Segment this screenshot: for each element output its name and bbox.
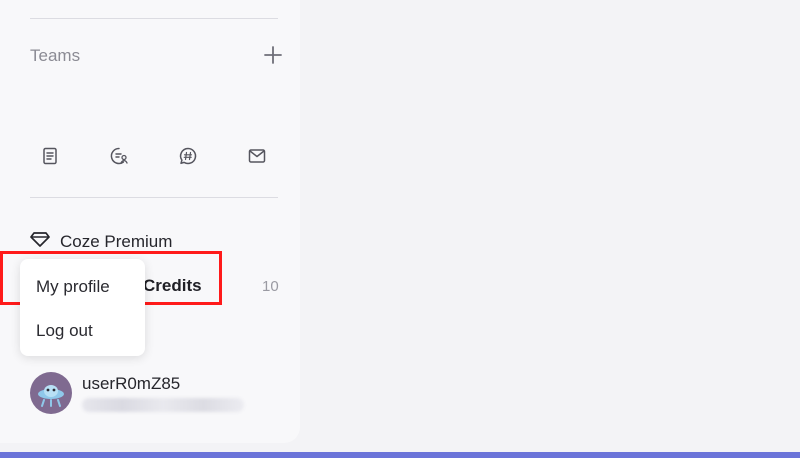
plus-icon[interactable] — [262, 44, 284, 66]
my-profile-menu-item[interactable]: My profile — [36, 277, 110, 297]
divider — [30, 18, 278, 19]
hashtag-chat-icon[interactable] — [177, 145, 199, 167]
username: userR0mZ85 — [82, 374, 181, 393]
bottom-bar — [0, 452, 800, 458]
avatar[interactable] — [30, 372, 72, 414]
document-icon[interactable] — [39, 145, 61, 167]
user-chat-icon[interactable] — [108, 145, 130, 167]
premium-label: Coze Premium — [60, 231, 173, 251]
mail-icon[interactable] — [246, 145, 268, 167]
teams-label: Teams — [30, 46, 81, 65]
log-out-menu-item[interactable]: Log out — [36, 321, 93, 341]
sidebar: Teams Coze Premium Credits 10 userR0mZ85 — [0, 0, 300, 443]
divider — [30, 197, 278, 198]
user-handle — [82, 398, 244, 412]
profile-menu: My profile Log out — [20, 259, 145, 356]
credits-count: 10 — [262, 278, 279, 295]
